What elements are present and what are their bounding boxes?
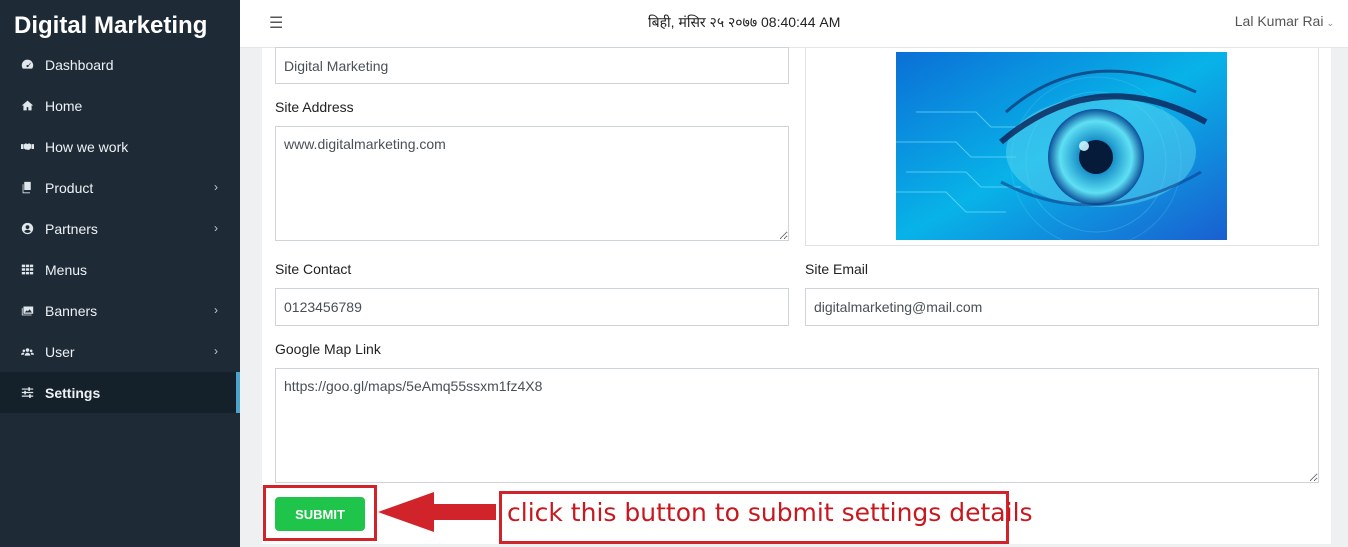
chevron-right-icon: › <box>214 180 218 194</box>
users-icon <box>20 345 34 359</box>
user-name: Lal Kumar Rai <box>1234 13 1324 29</box>
site-contact-field[interactable] <box>275 288 789 326</box>
sidebar-item-label: Menus <box>45 261 88 278</box>
sidebar-item-user[interactable]: User › <box>0 331 240 372</box>
site-contact-label: Site Contact <box>275 261 352 277</box>
topbar: ☰ बिही, मंसिर २५ २०७७ 08:40:44 AM Lal Ku… <box>240 0 1348 48</box>
chevron-right-icon: › <box>214 303 218 317</box>
sidebar-item-label: How we work <box>45 138 129 155</box>
copy-icon <box>20 181 34 195</box>
current-datetime: बिही, मंसिर २५ २०७७ 08:40:44 AM <box>648 14 841 30</box>
chevron-down-icon: ⌄ <box>1326 18 1334 28</box>
user-circle-icon <box>20 222 34 236</box>
sidebar-item-product[interactable]: Product › <box>0 167 240 208</box>
sidebar-item-home[interactable]: Home <box>0 85 240 126</box>
site-address-field[interactable]: www.digitalmarketing.com <box>275 126 789 241</box>
dashboard-icon <box>20 58 34 72</box>
hamburger-menu-icon[interactable]: ☰ <box>269 13 283 33</box>
sidebar-item-banners[interactable]: Banners › <box>0 290 240 331</box>
sidebar: Digital Marketing Dashboard Home How we … <box>0 0 240 547</box>
site-name-field[interactable] <box>275 47 789 84</box>
annotation-highlight-box <box>263 485 377 541</box>
sidebar-item-label: Product <box>45 179 94 196</box>
images-icon <box>20 304 34 318</box>
google-map-link-field[interactable]: https://goo.gl/maps/5eAmq55ssxm1fz4X8 <box>275 368 1319 483</box>
grid-icon <box>20 263 34 277</box>
sidebar-item-partners[interactable]: Partners › <box>0 208 240 249</box>
annotation-arrow-icon <box>378 492 496 532</box>
user-menu[interactable]: Lal Kumar Rai ⌄ <box>1235 13 1334 29</box>
brand-title: Digital Marketing <box>14 12 208 39</box>
sidebar-item-label: Partners <box>45 220 98 237</box>
site-address-label: Site Address <box>275 99 354 115</box>
settings-form-card: Site Address www.digitalmarketing.com <box>262 47 1331 544</box>
site-email-label: Site Email <box>805 261 869 277</box>
sidebar-item-label: User <box>45 343 75 360</box>
sidebar-nav: Dashboard Home How we work Product › Par… <box>0 44 240 413</box>
sidebar-item-label: Settings <box>45 384 101 401</box>
sliders-icon <box>20 386 34 400</box>
eye-image <box>896 52 1227 240</box>
site-email-field[interactable] <box>805 288 1319 326</box>
sidebar-item-dashboard[interactable]: Dashboard <box>0 44 240 85</box>
sidebar-item-how-we-work[interactable]: How we work <box>0 126 240 167</box>
home-icon <box>20 99 34 113</box>
google-map-label: Google Map Link <box>275 341 381 357</box>
handshake-icon <box>20 140 34 154</box>
annotation-callout: click this button to submit settings det… <box>499 491 1033 544</box>
sidebar-item-label: Home <box>45 97 83 114</box>
sidebar-item-label: Dashboard <box>45 56 114 73</box>
site-logo-preview <box>805 48 1319 246</box>
sidebar-item-settings[interactable]: Settings <box>0 372 240 413</box>
chevron-right-icon: › <box>214 221 218 235</box>
sidebar-item-label: Banners <box>45 302 98 319</box>
sidebar-item-menus[interactable]: Menus <box>0 249 240 290</box>
chevron-right-icon: › <box>214 344 218 358</box>
